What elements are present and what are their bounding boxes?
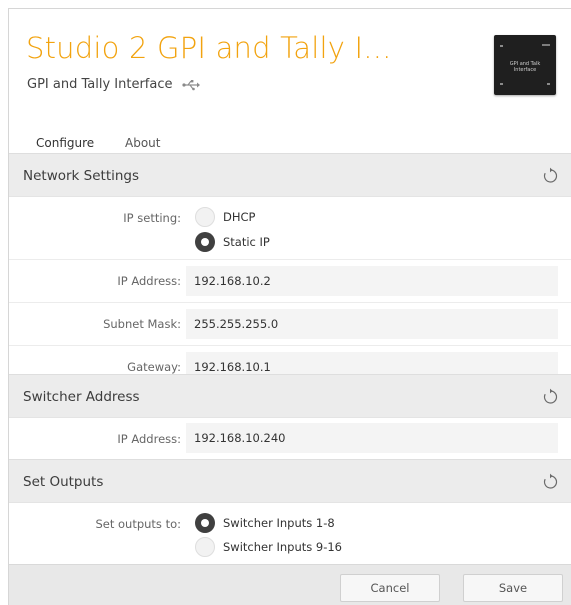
subnet-mask-field[interactable]: 255.255.255.0 [186, 309, 558, 339]
gateway-label: Gateway: [127, 360, 181, 374]
dhcp-label: DHCP [223, 210, 256, 224]
save-button[interactable]: Save [463, 574, 563, 602]
ip-address-row: IP Address: 192.168.10.2 [9, 259, 571, 302]
switcher-inputs-1-8-label: Switcher Inputs 1-8 [223, 516, 335, 530]
device-title: Studio 2 GPI and Tally I... [26, 31, 392, 65]
device-port [500, 45, 503, 47]
set-outputs-row: Set outputs to: Switcher Inputs 1-8 Swit… [9, 503, 571, 564]
set-outputs-label: Set outputs to: [95, 517, 181, 531]
network-settings-header: Network Settings [9, 153, 571, 197]
device-image-label: GPI and Talk Interface [509, 61, 541, 73]
ip-address-field[interactable]: 192.168.10.2 [186, 266, 558, 296]
device-model-label: GPI and Tally Interface [27, 77, 173, 92]
subnet-mask-label: Subnet Mask: [103, 317, 181, 331]
reset-icon[interactable] [541, 388, 559, 406]
device-image: GPI and Talk Interface [494, 35, 556, 95]
ip-setting-row: IP setting: DHCP Static IP [9, 197, 571, 259]
static-ip-label: Static IP [223, 235, 270, 249]
ip-address-label: IP Address: [117, 274, 181, 288]
subnet-mask-row: Subnet Mask: 255.255.255.0 [9, 302, 571, 345]
device-led [542, 44, 550, 46]
ip-setting-label: IP setting: [123, 211, 181, 225]
switcher-ip-row: IP Address: 192.168.10.240 [9, 418, 571, 459]
device-port [500, 83, 503, 85]
dhcp-radio[interactable] [195, 207, 215, 227]
section-title: Set Outputs [23, 474, 104, 490]
set-outputs-header: Set Outputs [9, 459, 571, 503]
switcher-address-header: Switcher Address [9, 374, 571, 418]
utility-window: Studio 2 GPI and Tally I... GPI and Tall… [8, 8, 571, 605]
usb-icon [182, 79, 201, 91]
device-header: Studio 2 GPI and Tally I... GPI and Tall… [9, 9, 571, 157]
device-port [547, 83, 550, 85]
switcher-inputs-1-8-radio[interactable] [195, 513, 215, 533]
cancel-button[interactable]: Cancel [340, 574, 440, 602]
reset-icon[interactable] [541, 473, 559, 491]
reset-icon[interactable] [541, 167, 559, 185]
section-title: Network Settings [23, 168, 140, 184]
static-ip-radio[interactable] [195, 232, 215, 252]
switcher-inputs-9-16-label: Switcher Inputs 9-16 [223, 540, 343, 554]
switcher-inputs-9-16-radio[interactable] [195, 537, 215, 557]
device-subtitle: GPI and Tally Interface [27, 77, 201, 92]
section-title: Switcher Address [23, 389, 140, 405]
switcher-ip-field[interactable]: 192.168.10.240 [186, 423, 558, 453]
switcher-ip-label: IP Address: [117, 432, 181, 446]
footer-bar: Cancel Save [9, 564, 571, 605]
